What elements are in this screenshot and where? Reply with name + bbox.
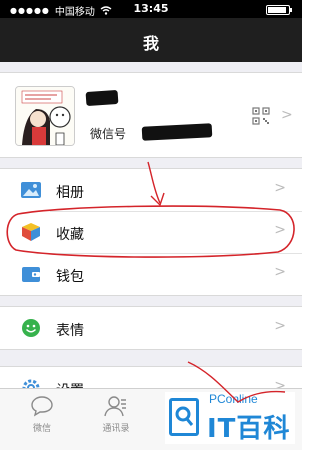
tab-contacts[interactable]: 通讯录 — [86, 395, 146, 434]
menu-item-wallet[interactable]: 钱包 > — [0, 253, 302, 295]
cube-icon — [22, 223, 40, 241]
profile-card[interactable]: 微信号 > — [0, 72, 302, 158]
pconline-watermark: PConline IT百科 — [165, 392, 295, 444]
smiley-icon — [22, 319, 40, 337]
nickname-redacted — [85, 89, 119, 107]
menu-group-2: 表情 > — [0, 306, 302, 350]
wechat-id-redacted — [141, 123, 213, 141]
me-page-content: 微信号 > 相册 > 收藏 > 钱包 > 表情 > > — [0, 62, 302, 396]
page-title: 我 — [142, 34, 159, 53]
watermark-brand: PConline — [209, 392, 258, 406]
tab-label: 微信 — [32, 424, 51, 434]
status-bar: ●●●●● 中国移动 13:45 — [0, 0, 302, 18]
status-time: 13:45 — [133, 2, 169, 15]
photo-icon — [21, 182, 41, 198]
menu-item-album[interactable]: 相册 > — [0, 169, 302, 211]
tab-chats[interactable]: 微信 — [12, 395, 72, 434]
menu-item-stickers[interactable]: 表情 > — [0, 307, 302, 349]
menu-item-label: 相册 — [56, 185, 84, 201]
avatar-cartoon-image — [16, 87, 74, 145]
menu-item-label: 收藏 — [56, 227, 84, 243]
battery-icon — [266, 5, 292, 15]
wechat-id-label: 微信号 — [90, 127, 127, 141]
qr-code-icon[interactable] — [252, 107, 270, 125]
menu-item-label: 表情 — [56, 323, 84, 339]
wallet-icon — [22, 267, 40, 282]
chevron-right-icon: > — [274, 180, 286, 196]
chat-bubble-icon — [31, 396, 53, 417]
watermark-title: IT百科 — [207, 414, 291, 444]
nav-bar: 我 — [0, 18, 302, 62]
search-magnifier-logo-icon — [169, 398, 199, 436]
menu-item-favorites[interactable]: 收藏 > — [0, 211, 302, 253]
menu-group-1: 相册 > 收藏 > 钱包 > — [0, 168, 302, 296]
chevron-right-icon: > — [274, 222, 286, 238]
contacts-icon — [104, 396, 126, 417]
menu-item-label: 钱包 — [56, 269, 84, 285]
chevron-right-icon: > — [281, 107, 293, 123]
chevron-right-icon: > — [274, 318, 286, 334]
chevron-right-icon: > — [274, 264, 286, 280]
tab-label: 通讯录 — [102, 424, 130, 434]
avatar[interactable] — [15, 86, 75, 146]
